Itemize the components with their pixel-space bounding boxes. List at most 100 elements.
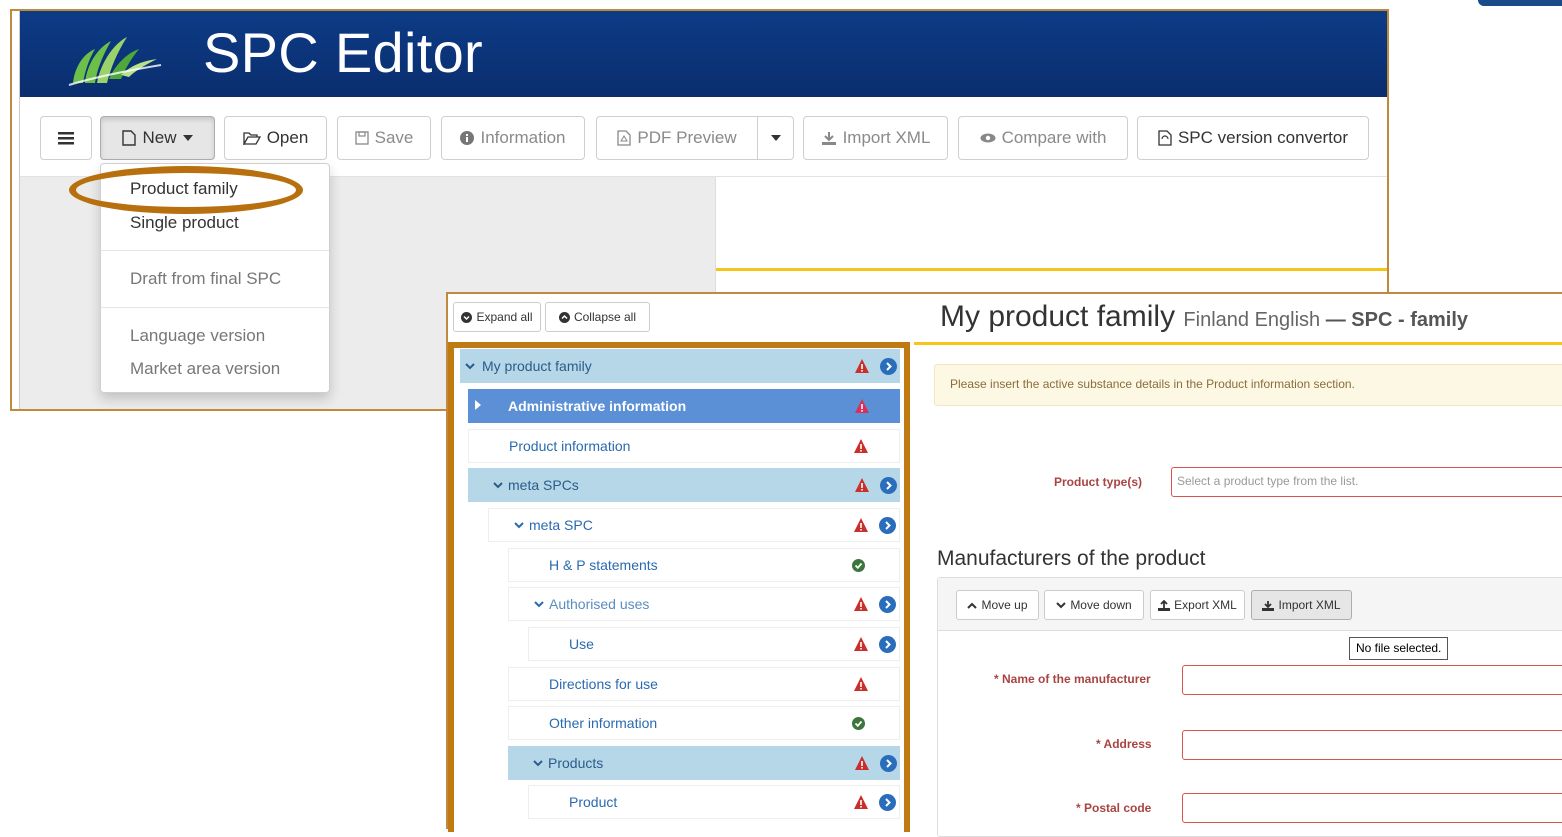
menu-item-single-product[interactable]: Single product — [130, 213, 239, 233]
page-title-text: My product family — [940, 300, 1176, 333]
tree-node-label: Other information — [549, 715, 658, 731]
export-xml-label: Export XML — [1174, 598, 1237, 612]
tree-node-other-information[interactable]: Other information — [508, 706, 900, 740]
chevron-down-icon — [460, 359, 480, 373]
menu-item-language-version[interactable]: Language version — [130, 326, 265, 346]
tree-node-use[interactable]: Use — [528, 627, 900, 661]
save-button-label: Save — [374, 128, 414, 147]
chevron-up-icon — [967, 602, 978, 609]
chevron-down-icon — [529, 597, 549, 611]
arrow-circle-right-icon[interactable] — [879, 793, 896, 811]
chevron-down-icon — [528, 756, 548, 770]
warning-icon — [854, 597, 868, 611]
information-button[interactable]: Information — [441, 116, 585, 160]
hamburger-menu-button[interactable] — [40, 116, 92, 160]
tree-node-products[interactable]: Products — [508, 746, 900, 780]
warning-icon — [854, 795, 868, 809]
move-down-button[interactable]: Move down — [1044, 590, 1144, 620]
chevron-circle-down-icon — [461, 311, 473, 323]
tree-node-label: meta SPCs — [508, 477, 579, 493]
open-button[interactable]: Open — [224, 116, 327, 160]
postal-code-input[interactable] — [1182, 793, 1562, 823]
app-banner: SPC Editor — [20, 11, 1387, 97]
tree-node-label: Directions for use — [549, 676, 658, 692]
manufacturer-name-input[interactable] — [1182, 665, 1562, 695]
warning-icon — [854, 677, 868, 691]
expand-all-button[interactable]: Expand all — [453, 302, 541, 332]
window-edge — [12, 11, 20, 409]
tree-node-label: Authorised uses — [549, 596, 650, 612]
product-types-select[interactable]: Select a product type from the list. — [1171, 467, 1562, 497]
information-button-label: Information — [480, 128, 566, 147]
check-circle-icon — [852, 716, 865, 730]
title-underline — [716, 268, 1387, 271]
check-circle-icon — [852, 558, 865, 572]
menu-divider — [101, 250, 329, 251]
spc-version-convertor-button[interactable]: SPC version convertor — [1137, 116, 1369, 160]
tree-node-label: My product family — [482, 358, 592, 374]
arrow-circle-right-icon[interactable] — [880, 476, 897, 494]
warning-icon — [855, 399, 869, 413]
arrow-circle-right-icon[interactable] — [879, 516, 896, 534]
export-xml-button[interactable]: Export XML — [1150, 590, 1245, 620]
no-file-selected-tooltip: No file selected. — [1349, 637, 1449, 660]
page-subtitle: Finland English — SPC - family — [1183, 309, 1468, 331]
pdf-preview-button-label: PDF Preview — [637, 128, 737, 147]
pdf-preview-dropdown-toggle[interactable] — [757, 116, 794, 160]
warning-icon — [854, 518, 868, 532]
tree-node-authorised-uses[interactable]: Authorised uses — [508, 587, 900, 621]
move-up-button[interactable]: Move up — [956, 590, 1039, 620]
tree-node-meta-spc[interactable]: meta SPC — [488, 508, 900, 542]
app-title: SPC Editor — [203, 21, 483, 84]
move-up-label: Move up — [981, 598, 1028, 612]
tree-node-label: H & P statements — [549, 557, 658, 573]
title-underline — [914, 342, 1562, 345]
tree-node-label: Product — [569, 794, 618, 810]
collapse-all-button[interactable]: Collapse all — [545, 302, 650, 332]
download-icon — [1262, 600, 1275, 611]
eye-icon — [980, 133, 996, 143]
new-button[interactable]: New — [100, 116, 215, 160]
upload-icon — [1158, 599, 1171, 611]
warning-alert: Please insert the active substance detai… — [934, 364, 1562, 406]
info-icon — [460, 131, 475, 145]
tree-node-product[interactable]: Product — [528, 785, 900, 819]
postal-code-label: * Postal code — [1076, 801, 1152, 815]
warning-icon — [854, 637, 868, 651]
arrow-circle-right-icon[interactable] — [879, 595, 896, 613]
move-down-label: Move down — [1070, 598, 1132, 612]
tree-node-directions-for-use[interactable]: Directions for use — [508, 667, 900, 701]
import-xml-file-button[interactable]: Import XML — [1251, 590, 1352, 620]
arrow-circle-right-icon[interactable] — [879, 635, 896, 653]
collapse-all-label: Collapse all — [573, 310, 637, 324]
arrow-circle-right-icon[interactable] — [880, 754, 897, 772]
menu-item-market-area-version[interactable]: Market area version — [130, 359, 280, 379]
chevron-circle-up-icon — [558, 311, 570, 323]
warning-icon — [854, 439, 868, 453]
arrow-circle-right-icon[interactable] — [880, 357, 897, 375]
window-corner-fragment — [1478, 0, 1562, 6]
chevron-down-icon — [509, 518, 529, 532]
menu-item-draft-from-final-spc[interactable]: Draft from final SPC — [130, 269, 281, 289]
tree-node-my-product-family[interactable]: My product family — [460, 349, 900, 383]
tree-node-product-information[interactable]: Product information — [468, 429, 900, 463]
compare-with-button[interactable]: Compare with — [958, 116, 1128, 160]
folder-open-icon — [242, 132, 261, 145]
new-button-label: New — [142, 128, 177, 147]
tree-node-administrative-information[interactable]: Administrative information — [468, 389, 900, 423]
manufacturers-section-title: Manufacturers of the product — [937, 547, 1206, 570]
chevron-down-icon — [1056, 601, 1067, 608]
pdf-preview-button[interactable]: PDF Preview — [596, 116, 758, 160]
tree-node-h-p-statements[interactable]: H & P statements — [508, 548, 900, 582]
import-xml-button[interactable]: Import XML — [803, 116, 948, 160]
product-types-label: Product type(s) — [1054, 475, 1143, 489]
save-button[interactable]: Save — [337, 116, 431, 160]
menu-divider — [101, 307, 329, 308]
tree-node-meta-spcs[interactable]: meta SPCs — [468, 468, 900, 502]
tree-node-label: Product information — [509, 438, 631, 454]
address-label: * Address — [1096, 737, 1152, 751]
address-input[interactable] — [1182, 730, 1562, 760]
save-icon — [354, 131, 369, 145]
tree-node-label: Products — [548, 755, 604, 771]
open-button-label: Open — [266, 128, 309, 147]
